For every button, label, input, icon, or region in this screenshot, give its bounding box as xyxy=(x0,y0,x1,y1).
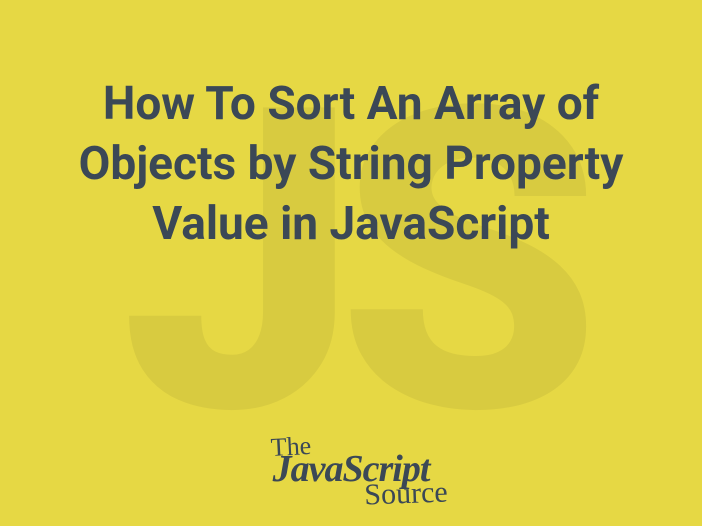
logo-source: Source xyxy=(364,481,448,508)
site-logo: The JavaScript Source xyxy=(254,437,447,506)
article-title: How To Sort An Array of Objects by Strin… xyxy=(35,75,667,254)
